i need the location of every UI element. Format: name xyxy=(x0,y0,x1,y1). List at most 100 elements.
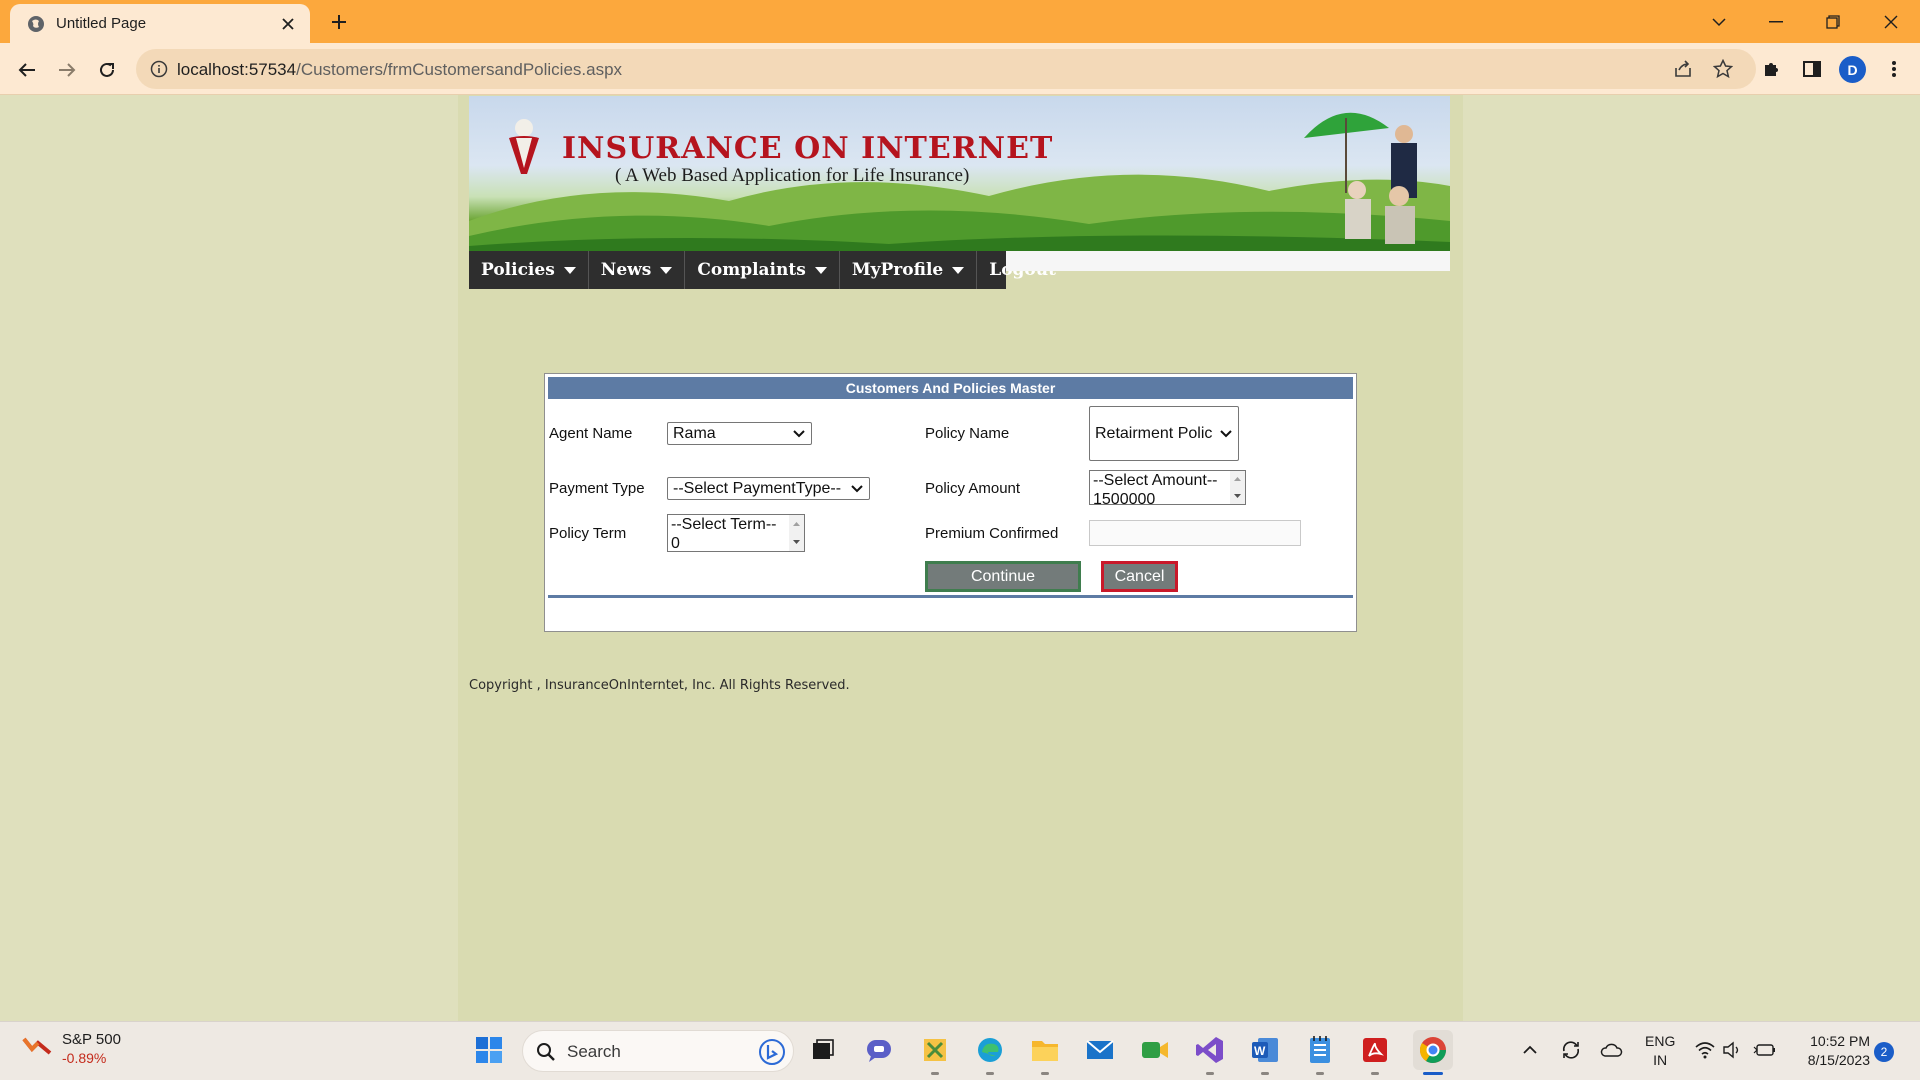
scroll-up-icon[interactable] xyxy=(789,518,804,530)
menu-news[interactable]: News xyxy=(589,251,686,289)
menu-complaints-label: Complaints xyxy=(697,260,806,280)
window-close-icon[interactable] xyxy=(1876,7,1906,37)
word-icon[interactable]: W xyxy=(1248,1033,1282,1067)
restore-icon[interactable] xyxy=(1818,7,1848,37)
tab-close-icon[interactable] xyxy=(278,14,298,34)
site-info-icon[interactable] xyxy=(150,60,168,78)
active-app-indicator xyxy=(1423,1072,1443,1075)
extensions-icon[interactable] xyxy=(1758,55,1786,83)
policy-term-option[interactable]: 0 xyxy=(668,534,804,551)
acrobat-icon[interactable] xyxy=(1358,1033,1392,1067)
stock-change: -0.89% xyxy=(62,1050,107,1066)
minimize-icon[interactable] xyxy=(1761,7,1791,37)
menu-myprofile-label: MyProfile xyxy=(851,260,944,280)
site-banner: INSURANCE ON INTERNET ( A Web Based Appl… xyxy=(469,96,1450,251)
agent-name-label: Agent Name xyxy=(549,425,633,442)
menu-complaints[interactable]: Complaints xyxy=(685,251,840,289)
side-panel-icon[interactable] xyxy=(1798,55,1826,83)
agent-name-select[interactable]: Rama xyxy=(667,422,812,445)
scroll-down-icon[interactable] xyxy=(789,536,804,548)
premium-confirmed-label: Premium Confirmed xyxy=(925,525,1059,542)
file-explorer-icon[interactable] xyxy=(1028,1033,1062,1067)
form-header: Customers And Policies Master xyxy=(548,377,1353,399)
tab-search-icon[interactable] xyxy=(1704,7,1734,37)
running-indicator xyxy=(1261,1072,1269,1075)
url-text: localhost:57534/Customers/frmCustomersan… xyxy=(177,60,622,80)
globe-icon xyxy=(28,15,44,32)
policy-amount-listbox[interactable]: --Select Amount-- 1500000 xyxy=(1089,470,1246,505)
onedrive-cloud-icon[interactable] xyxy=(1594,1033,1628,1067)
chevron-down-icon xyxy=(851,484,863,492)
teams-chat-icon[interactable] xyxy=(862,1033,896,1067)
region-code: IN xyxy=(1653,1052,1668,1068)
agent-name-value: Rama xyxy=(673,424,716,442)
cancel-button[interactable]: Cancel xyxy=(1101,561,1178,592)
payment-type-value: --Select PaymentType-- xyxy=(673,479,842,497)
policy-amount-option[interactable]: 1500000 xyxy=(1090,490,1245,504)
menu-news-label: News xyxy=(600,260,652,280)
new-tab-button[interactable] xyxy=(326,9,352,35)
mail-icon[interactable] xyxy=(1083,1033,1117,1067)
notification-badge[interactable]: 2 xyxy=(1874,1042,1894,1062)
family-umbrella-illustration xyxy=(1304,112,1417,244)
payment-type-select[interactable]: --Select PaymentType-- xyxy=(667,477,870,500)
menu-policies-label: Policies xyxy=(481,260,555,280)
snip-tool-icon[interactable] xyxy=(918,1033,952,1067)
chevron-up-icon[interactable] xyxy=(1513,1033,1547,1067)
policy-name-select[interactable]: Retairment Polic xyxy=(1089,406,1239,461)
scroll-up-icon[interactable] xyxy=(1230,473,1245,485)
svg-text:W: W xyxy=(1254,1044,1266,1058)
running-indicator xyxy=(986,1072,994,1075)
policy-amount-option[interactable]: --Select Amount-- xyxy=(1090,471,1245,490)
taskbar-search[interactable]: Search xyxy=(522,1030,794,1072)
notepad-icon[interactable] xyxy=(1303,1033,1337,1067)
back-arrow-icon[interactable] xyxy=(12,55,42,85)
visual-studio-icon[interactable] xyxy=(1193,1033,1227,1067)
chevron-down-icon xyxy=(1220,429,1232,437)
scroll-down-icon[interactable] xyxy=(1230,490,1245,502)
task-view-icon[interactable] xyxy=(806,1033,840,1067)
bing-icon xyxy=(759,1039,785,1065)
volume-icon[interactable] xyxy=(1716,1033,1750,1067)
copyright-text: Copyright , InsuranceOnInterntet, Inc. A… xyxy=(469,678,850,693)
caret-down-icon xyxy=(814,266,827,274)
stock-widget[interactable]: S&P 500 -0.89% xyxy=(22,1031,121,1066)
browser-tab[interactable]: Untitled Page xyxy=(10,4,310,43)
premium-confirmed-field[interactable] xyxy=(1089,520,1301,546)
policy-term-label: Policy Term xyxy=(549,525,627,542)
system-clock[interactable]: 10:52 PM 8/15/2023 xyxy=(1790,1032,1870,1070)
menu-policies[interactable]: Policies xyxy=(469,251,589,289)
forward-arrow-icon[interactable] xyxy=(52,55,82,85)
policy-amount-label: Policy Amount xyxy=(925,480,1021,497)
main-menu: Policies News Complaints MyProfile Logou… xyxy=(469,251,1056,289)
clock-date: 8/15/2023 xyxy=(1807,1052,1870,1068)
search-placeholder: Search xyxy=(567,1042,621,1061)
chrome-icon[interactable] xyxy=(1413,1030,1453,1070)
tab-title: Untitled Page xyxy=(56,15,147,32)
battery-icon[interactable] xyxy=(1748,1033,1782,1067)
listbox-scrollbar[interactable] xyxy=(789,515,804,551)
running-indicator xyxy=(1371,1072,1379,1075)
start-windows-icon[interactable] xyxy=(472,1033,506,1067)
policy-term-option[interactable]: --Select Term-- xyxy=(668,515,804,534)
more-menu-icon[interactable] xyxy=(1880,55,1908,83)
running-indicator xyxy=(1206,1072,1214,1075)
meet-icon[interactable] xyxy=(1138,1033,1172,1067)
continue-button[interactable]: Continue xyxy=(925,561,1081,592)
profile-avatar[interactable]: D xyxy=(1839,56,1866,83)
listbox-scrollbar[interactable] xyxy=(1230,471,1245,504)
bookmark-star-icon[interactable] xyxy=(1709,55,1737,83)
edge-icon[interactable] xyxy=(973,1033,1007,1067)
site-title: INSURANCE ON INTERNET xyxy=(562,131,1054,166)
share-icon[interactable] xyxy=(1669,55,1697,83)
stock-name: S&P 500 xyxy=(62,1031,121,1048)
sync-icon[interactable] xyxy=(1554,1033,1588,1067)
running-indicator xyxy=(1316,1072,1324,1075)
policy-term-listbox[interactable]: --Select Term-- 0 xyxy=(667,514,805,552)
reload-icon[interactable] xyxy=(92,55,122,85)
language-code: ENG xyxy=(1645,1033,1676,1049)
address-bar[interactable]: localhost:57534/Customers/frmCustomersan… xyxy=(136,49,1756,89)
language-indicator[interactable]: ENG IN xyxy=(1645,1032,1675,1070)
logo-mark-icon xyxy=(509,119,539,174)
menu-myprofile[interactable]: MyProfile xyxy=(840,251,978,289)
